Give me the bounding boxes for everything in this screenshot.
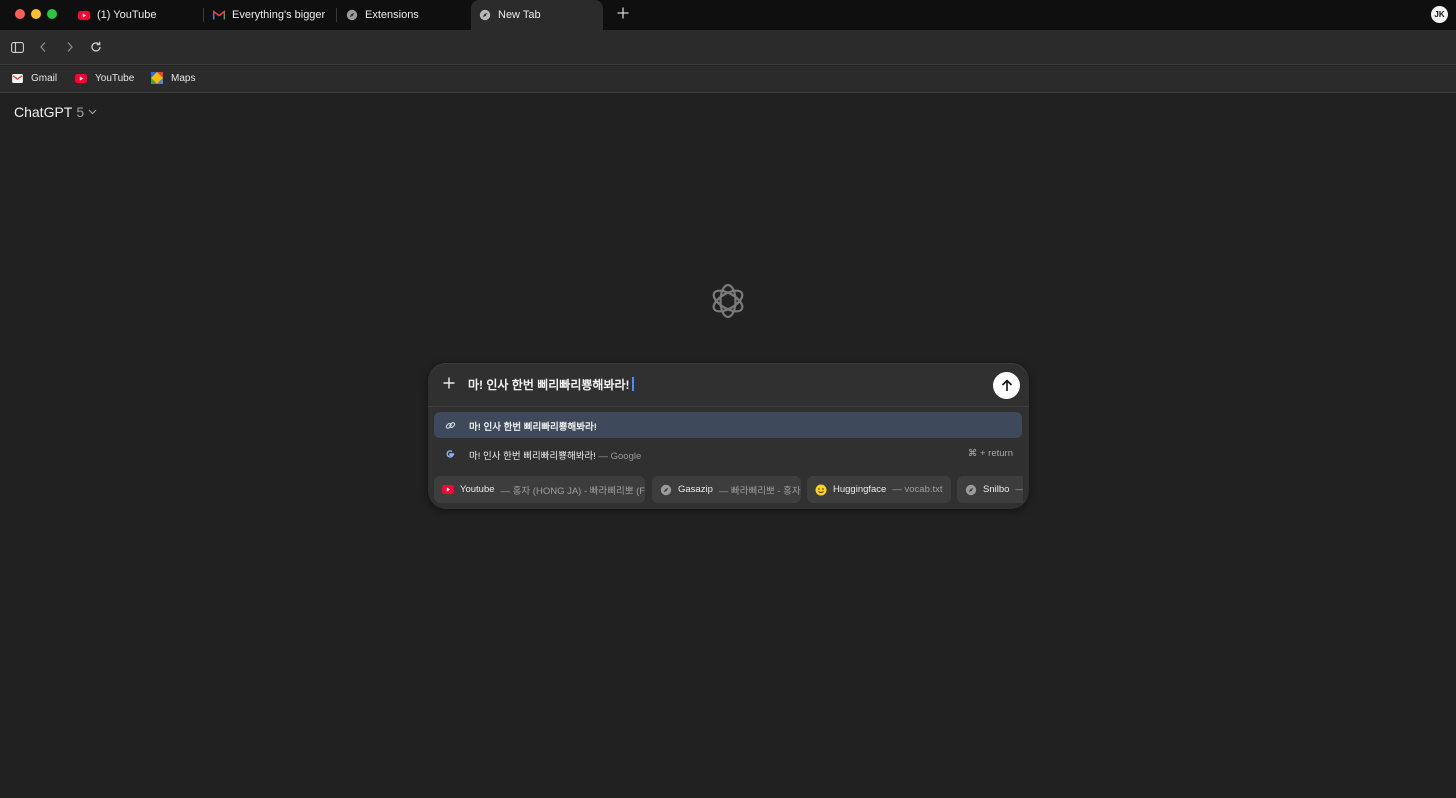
chip-subtitle: —	[1015, 484, 1023, 495]
bookmark-label: YouTube	[95, 72, 135, 84]
gmail-icon	[213, 9, 225, 21]
zoom-window-button[interactable]	[47, 9, 57, 19]
chevron-down-icon	[88, 109, 97, 115]
chip-title: Huggingface	[833, 484, 887, 495]
tab-strip: (1) YouTube Everything's bigger in Exten…	[0, 0, 1456, 30]
tab-youtube[interactable]: (1) YouTube	[70, 0, 200, 30]
youtube-icon	[75, 72, 87, 84]
chip-snilbo[interactable]: Snilbo —	[957, 476, 1023, 503]
model-name: ChatGPT	[14, 104, 73, 120]
bookmark-gmail[interactable]: Gmail	[11, 72, 57, 84]
close-window-button[interactable]	[15, 9, 25, 19]
bookmark-label: Gmail	[31, 72, 58, 84]
divider	[428, 406, 1029, 407]
reload-button[interactable]	[88, 39, 104, 55]
chip-subtitle: — 홍자 (HONG JA) - 빠라삐리뽀 (F	[500, 485, 645, 497]
tab-new-tab[interactable]: New Tab	[471, 0, 603, 30]
suggestion-row[interactable]: 마! 인사 한번 삐리빠리뿅해봐라!	[434, 412, 1022, 438]
chip-subtitle: — vocab.txt	[892, 484, 943, 495]
tab-label: New Tab	[498, 9, 541, 21]
compass-icon	[660, 484, 672, 496]
openai-logo-icon	[712, 283, 744, 319]
suggestion-query: 마! 인사 한번 삐리빠리뿅해봐라!	[469, 451, 596, 462]
model-selector[interactable]: ChatGPT 5	[14, 104, 97, 120]
bookmark-youtube[interactable]: YouTube	[75, 72, 134, 84]
youtube-icon	[78, 9, 90, 21]
attach-button[interactable]	[440, 374, 458, 392]
shortcut-hint: ⌘ + return	[967, 448, 1013, 459]
huggingface-icon	[815, 484, 827, 496]
maps-icon	[151, 72, 163, 84]
suggestion-engine: — Google	[598, 451, 642, 462]
composer: 마! 인사 한번 삐리빠리뿅해봐라! 마! 인사 한번 삐리빠리뿅해봐라! 마!…	[428, 363, 1029, 509]
google-icon	[444, 448, 456, 460]
arrow-up-icon	[1001, 379, 1012, 391]
sidebar-toggle-button[interactable]	[9, 39, 25, 55]
back-button[interactable]	[35, 39, 51, 55]
plus-icon	[617, 7, 629, 19]
suggestion-row-google[interactable]: 마! 인사 한번 삐리빠리뿅해봐라! — Google ⌘ + return	[434, 441, 1022, 467]
bookmark-label: Maps	[171, 72, 196, 84]
chip-gasazip[interactable]: Gasazip — 빠라삐리뽀 - 홍자	[652, 476, 801, 503]
chip-youtube[interactable]: Youtube — 홍자 (HONG JA) - 빠라삐리뽀 (F	[434, 476, 645, 503]
tab-label: Extensions	[365, 9, 419, 21]
send-button[interactable]	[993, 372, 1020, 399]
profile-initials: JK	[1434, 10, 1445, 19]
shortcut-chips: Youtube — 홍자 (HONG JA) - 빠라삐리뽀 (F Gasazi…	[434, 476, 1023, 503]
suggestion-text: 마! 인사 한번 삐리빠리뿅해봐라! — Google	[469, 448, 641, 462]
chip-title: Gasazip	[678, 484, 713, 495]
reload-icon	[91, 41, 101, 52]
tab-extensions[interactable]: Extensions	[338, 0, 468, 30]
forward-button[interactable]	[62, 39, 78, 55]
compass-icon	[346, 9, 358, 21]
toolbar	[0, 30, 1456, 65]
chip-subtitle: — 빠라삐리뽀 - 홍자	[718, 485, 801, 497]
chip-huggingface[interactable]: Huggingface — vocab.txt	[807, 476, 951, 503]
link-icon	[444, 419, 456, 431]
tab-label: (1) YouTube	[97, 9, 157, 21]
profile-avatar[interactable]: JK	[1431, 6, 1448, 23]
gmail-icon	[11, 72, 23, 84]
bookmark-maps[interactable]: Maps	[151, 72, 195, 84]
chevron-right-icon	[67, 42, 73, 52]
chatgpt-page: ChatGPT 5 마! 인사 한번 삐리빠리뿅해봐라! 마! 인사 한번 삐리…	[0, 93, 1456, 798]
compass-icon	[965, 484, 977, 496]
bookmarks-bar: Gmail YouTube Maps	[0, 66, 1456, 93]
youtube-icon	[442, 484, 454, 496]
suggestion-text: 마! 인사 한번 삐리빠리뿅해봐라!	[469, 422, 597, 433]
new-tab-button[interactable]	[614, 5, 632, 23]
sidebar-icon	[10, 41, 24, 53]
plus-icon	[443, 377, 455, 389]
chip-title: Youtube	[460, 484, 495, 495]
chevron-left-icon	[40, 42, 46, 52]
prompt-text: 마! 인사 한번 삐리빠리뿅해봐라!	[468, 378, 630, 392]
tab-label: Everything's bigger in	[232, 9, 327, 21]
compass-icon	[479, 9, 491, 21]
text-caret	[631, 377, 634, 391]
chip-title: Snilbo	[983, 484, 1010, 495]
prompt-input[interactable]: 마! 인사 한번 삐리빠리뿅해봐라!	[468, 376, 634, 393]
minimize-window-button[interactable]	[31, 9, 41, 19]
tab-gmail[interactable]: Everything's bigger in	[205, 0, 328, 30]
model-version: 5	[76, 104, 85, 120]
